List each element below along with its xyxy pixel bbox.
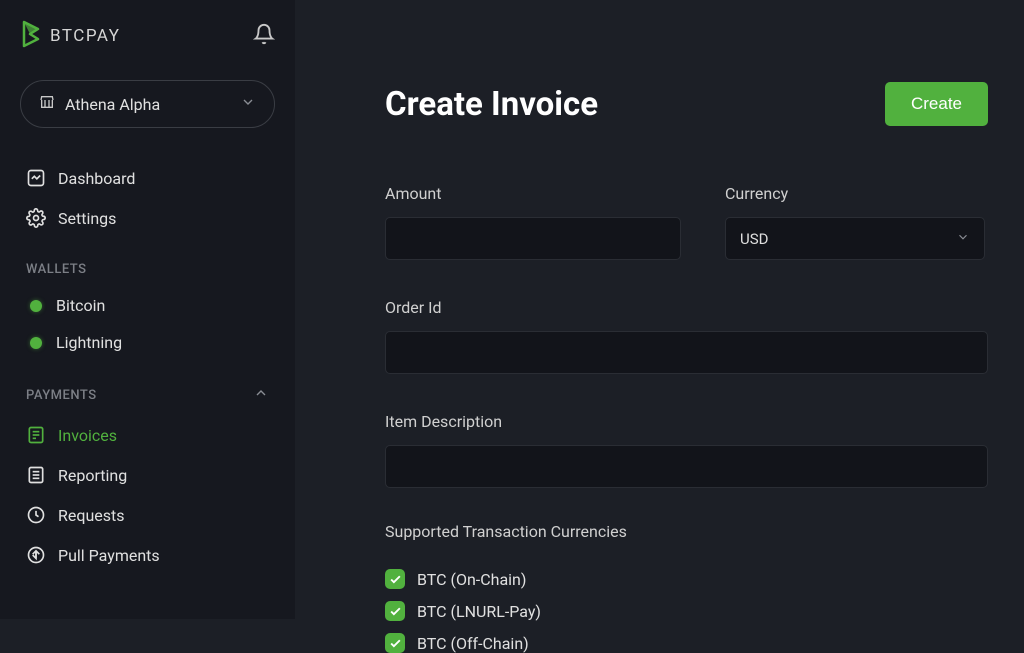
sidebar-item-label: Requests — [58, 506, 125, 525]
section-header-wallets: WALLETS — [20, 262, 275, 277]
form-group-item-desc: Item Description — [385, 412, 988, 488]
page-title: Create Invoice — [385, 85, 598, 124]
amount-label: Amount — [385, 184, 681, 203]
sidebar-item-bitcoin[interactable]: Bitcoin — [20, 287, 275, 324]
create-button[interactable]: Create — [885, 82, 988, 126]
checkbox-label: BTC (LNURL-Pay) — [417, 602, 541, 621]
currency-select[interactable]: USD — [725, 217, 985, 260]
checkbox-checked-icon — [385, 633, 405, 653]
section-header-label: WALLETS — [26, 262, 87, 277]
sidebar-header: BTCPAY — [20, 20, 275, 52]
gear-icon — [26, 208, 46, 228]
checkbox-label: BTC (On-Chain) — [417, 570, 526, 589]
pull-payments-icon — [26, 545, 46, 565]
order-id-label: Order Id — [385, 298, 988, 317]
sidebar-item-settings[interactable]: Settings — [20, 198, 275, 238]
logo-icon — [20, 20, 44, 52]
sidebar-item-requests[interactable]: Requests — [20, 495, 275, 535]
sidebar-item-label: Pull Payments — [58, 546, 160, 565]
brand-text: BTCPAY — [50, 26, 120, 46]
sidebar-item-lightning[interactable]: Lightning — [20, 324, 275, 361]
sidebar-item-reporting[interactable]: Reporting — [20, 455, 275, 495]
form-group-order-id: Order Id — [385, 298, 988, 374]
store-name: Athena Alpha — [65, 95, 230, 114]
checkbox-btc-onchain[interactable]: BTC (On-Chain) — [385, 569, 988, 589]
logo[interactable]: BTCPAY — [20, 20, 120, 52]
notifications-bell-icon[interactable] — [253, 23, 275, 49]
status-dot-icon — [30, 300, 42, 312]
currency-label: Currency — [725, 184, 985, 203]
currency-value: USD — [740, 230, 768, 248]
store-icon — [39, 94, 55, 114]
sidebar-item-label: Invoices — [58, 426, 117, 445]
checkbox-checked-icon — [385, 569, 405, 589]
supported-currencies-label: Supported Transaction Currencies — [385, 522, 988, 541]
store-selector[interactable]: Athena Alpha — [20, 80, 275, 128]
checkbox-btc-lnurl[interactable]: BTC (LNURL-Pay) — [385, 601, 988, 621]
chevron-up-icon — [253, 385, 269, 405]
sidebar-item-label: Lightning — [56, 333, 122, 352]
sidebar: BTCPAY Athena Alpha Dashboard Settin — [0, 0, 295, 619]
item-desc-label: Item Description — [385, 412, 988, 431]
form-group-supported-currencies: Supported Transaction Currencies BTC (On… — [385, 522, 988, 653]
checkbox-checked-icon — [385, 601, 405, 621]
form-group-currency: Currency USD — [725, 184, 985, 260]
page-header: Create Invoice Create — [385, 82, 988, 126]
section-header-label: PAYMENTS — [26, 388, 97, 403]
requests-icon — [26, 505, 46, 525]
dashboard-icon — [26, 168, 46, 188]
checkbox-list: BTC (On-Chain) BTC (LNURL-Pay) BTC (Off-… — [385, 569, 988, 653]
reporting-icon — [26, 465, 46, 485]
invoice-icon — [26, 425, 46, 445]
sidebar-item-dashboard[interactable]: Dashboard — [20, 158, 275, 198]
chevron-down-icon — [240, 94, 256, 114]
sidebar-item-invoices[interactable]: Invoices — [20, 415, 275, 455]
sidebar-item-label: Bitcoin — [56, 296, 105, 315]
chevron-down-icon — [956, 230, 970, 248]
item-desc-input[interactable] — [385, 445, 988, 488]
status-dot-icon — [30, 337, 42, 349]
checkbox-btc-offchain[interactable]: BTC (Off-Chain) — [385, 633, 988, 653]
sidebar-item-label: Settings — [58, 209, 116, 228]
section-header-payments[interactable]: PAYMENTS — [20, 385, 275, 405]
sidebar-item-label: Dashboard — [58, 169, 135, 188]
sidebar-item-pull-payments[interactable]: Pull Payments — [20, 535, 275, 575]
order-id-input[interactable] — [385, 331, 988, 374]
main-content: Create Invoice Create Amount Currency US… — [295, 0, 1024, 619]
checkbox-label: BTC (Off-Chain) — [417, 634, 529, 653]
sidebar-item-label: Reporting — [58, 466, 127, 485]
amount-input[interactable] — [385, 217, 681, 260]
form-group-amount: Amount — [385, 184, 681, 260]
form-row: Amount Currency USD — [385, 184, 988, 260]
